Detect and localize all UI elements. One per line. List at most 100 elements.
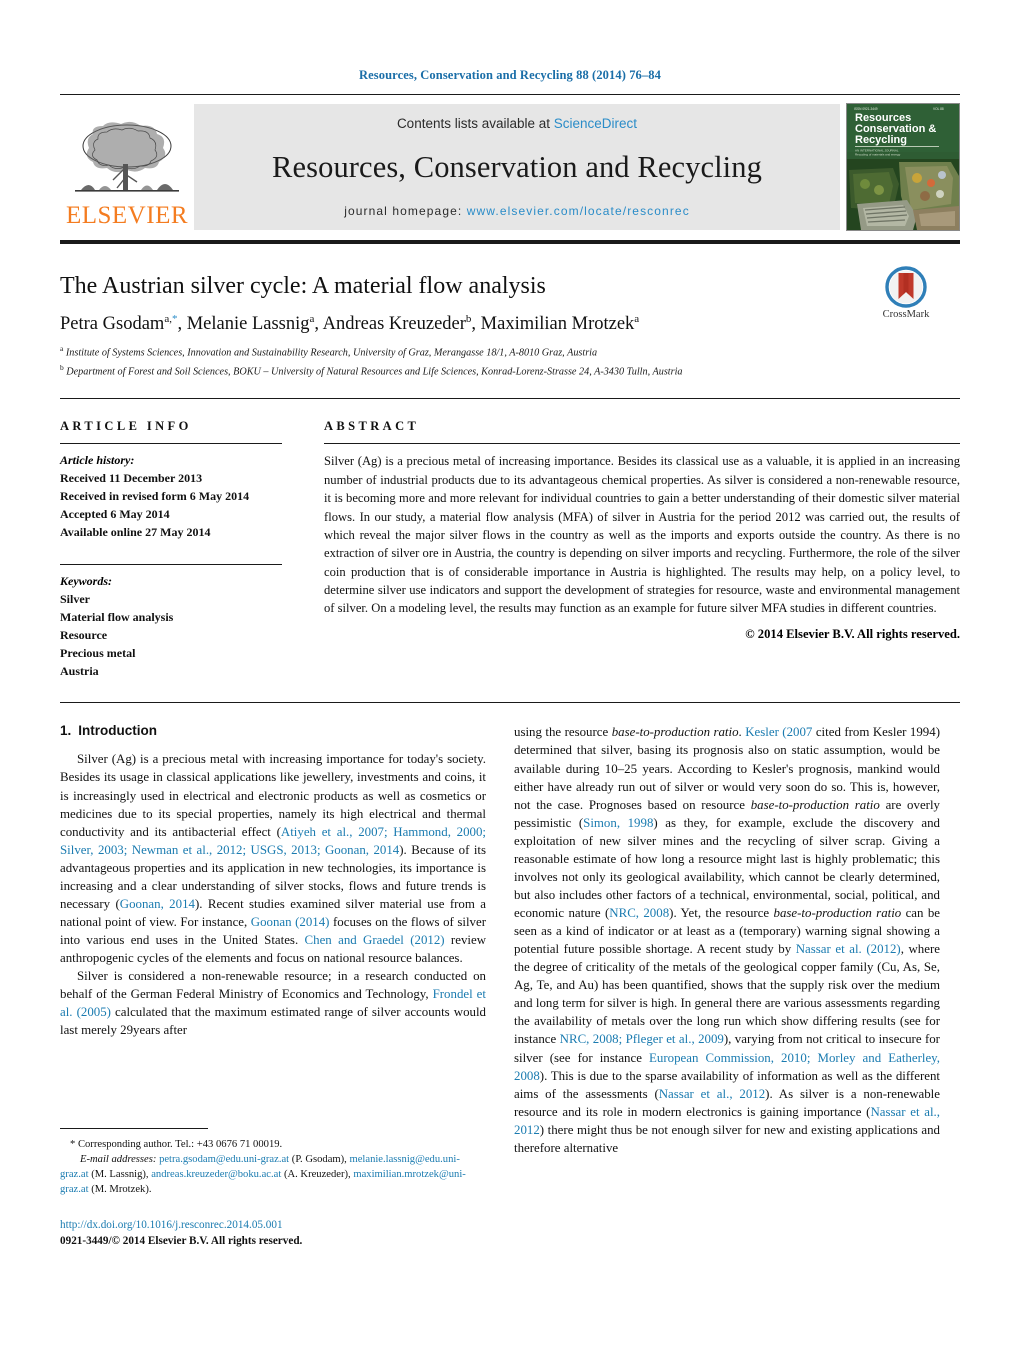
section-number: 1. [60,723,72,739]
email-addresses-label: E-mail addresses: [80,1154,157,1166]
email-owner-2: (M. Lassnig), [91,1169,149,1181]
affiliation-text: Institute of Systems Sciences, Innovatio… [65,347,598,359]
body-columns: 1. Introduction Silver (Ag) is a precious… [60,723,960,1157]
email-link-3[interactable]: andreas.kreuzeder@boku.ac.at [151,1169,281,1180]
affiliation-b: b Department of Forest and Soil Sciences… [60,363,960,380]
crossmark-label: CrossMark [882,309,930,320]
article-info-rule [60,443,282,445]
svg-text:ISSN 0921-3449: ISSN 0921-3449 [854,107,878,111]
citation-link[interactable]: Kesler (2007 [745,725,812,739]
history-revised: Received in revised form 6 May 2014 [60,489,250,504]
paragraph-2: Silver is considered a non-renewable res… [60,969,486,1038]
citation-link[interactable]: NRC, 2008; Pfleger et al., 2009 [560,1032,724,1046]
citation-link[interactable]: Nassar et al., 2012 [659,1087,765,1101]
sciencedirect-link[interactable]: ScienceDirect [554,116,637,131]
citation-link[interactable]: Nassar et al. (2012) [796,942,901,956]
right-column: using the resource base-to-production ra… [514,723,940,1157]
elsevier-tree-icon [75,121,179,192]
abstract-panel: ABSTRACT Silver (Ag) is a precious metal… [310,419,960,680]
svg-text:Recycling of materials and ene: Recycling of materials and energy [855,153,901,157]
doi-link[interactable]: http://dx.doi.org/10.1016/j.resconrec.20… [60,1218,500,1234]
paper-page: Resources, Conservation and Recycling 88… [0,0,1020,1351]
article-info-panel: ARTICLE INFO Article history: Received 1… [60,419,310,680]
email-addresses-note: E-mail addresses: petra.gsodam@edu.uni-g… [60,1152,486,1197]
corresponding-author-text: * Corresponding author. Tel.: +43 0676 7… [70,1139,283,1150]
author-separator: , [471,313,481,334]
author-item: Melanie Lassniga [187,313,315,334]
svg-text:VOL 88: VOL 88 [933,107,944,111]
crossmark-icon [885,266,927,308]
keywords-label: Keywords: [60,574,112,589]
author-affil-mark: a [634,312,640,325]
journal-masthead: ELSEVIER Contents lists available at Sci… [60,103,960,231]
contents-prefix: Contents lists available at [396,116,554,131]
keyword-item: Austria [60,664,99,679]
affiliation-mark: b [60,363,64,373]
author-separator: , [314,313,323,334]
corresponding-author-note: * Corresponding author. Tel.: +43 0676 7… [60,1137,486,1152]
section-heading-introduction: 1. Introduction [60,723,486,738]
citation-link[interactable]: Atiyeh et al., 2007; Hammond, 2000; Silv… [60,825,486,857]
affiliation-mark: a [60,344,64,354]
abstract-text: Silver (Ag) is a precious metal of incre… [324,454,960,616]
journal-cover-block: ISSN 0921-3449 VOL 88 Resources Conserva… [840,103,960,231]
author-name: Maximilian Mrotzek [480,313,635,334]
imprint-block: http://dx.doi.org/10.1016/j.resconrec.20… [60,1218,500,1249]
history-received: Received 11 December 2013 [60,471,203,486]
footnote-block: * Corresponding author. Tel.: +43 0676 7… [60,1128,486,1197]
author-name: Petra Gsodam [60,313,165,334]
article-info-heading: ARTICLE INFO [60,419,192,434]
citation-link[interactable]: Goonan (2014) [251,915,330,929]
journal-title: Resources, Conservation and Recycling [272,149,762,184]
history-accepted: Accepted 6 May 2014 [60,507,170,522]
email-link-1[interactable]: petra.gsodam@edu.uni-graz.at [159,1154,289,1165]
masthead-bottom-rule [60,240,960,244]
crossmark-badge[interactable]: CrossMark [852,266,960,320]
author-item: Maximilian Mrotzeka [480,312,640,334]
citation-link[interactable]: Nassar et al., 2012 [514,1105,940,1137]
affiliation-text: Department of Forest and Soil Sciences, … [66,366,683,378]
email-owner-3: (A. Kreuzeder), [283,1169,351,1181]
issn-copyright: 0921-3449/© 2014 Elsevier B.V. All right… [60,1234,303,1247]
homepage-prefix: journal homepage: [344,203,463,218]
page-title: The Austrian silver cycle: A material fl… [60,273,546,299]
elsevier-wordmark: ELSEVIER [65,202,189,229]
citation-link[interactable]: European Commission, 2010; Morley and Ea… [514,1051,940,1083]
info-abstract-row: ARTICLE INFO Article history: Received 1… [60,419,960,680]
left-column: 1. Introduction Silver (Ag) is a precious… [60,723,486,1157]
abstract-copyright: © 2014 Elsevier B.V. All rights reserved… [745,626,960,641]
keyword-item: Material flow analysis [60,610,174,625]
author-name: Andreas Kreuzeder [322,313,466,334]
keyword-item: Silver [60,592,90,607]
contents-available-line: Contents lists available at ScienceDirec… [397,116,637,131]
title-block: The Austrian silver cycle: A material fl… [60,266,960,380]
citation-link[interactable]: NRC, 2008 [609,906,669,920]
italic-term: base-to-production ratio [773,906,902,921]
masthead-center-panel: Contents lists available at ScienceDirec… [194,104,840,230]
citation-link[interactable]: Frondel et al. (2005) [60,987,486,1019]
italic-term: base-to-production ratio [750,797,880,812]
author-item: Petra Gsodama,* [60,312,177,334]
citation-link[interactable]: Chen and Graedel (2012) [305,933,445,947]
citation-link[interactable]: Simon, 1998 [583,816,653,830]
running-head: Resources, Conservation and Recycling 88… [359,68,661,82]
author-separator: , [177,313,187,334]
title-bottom-rule [60,398,960,400]
citation-link[interactable]: Goonan, 2014 [120,897,195,911]
section-title: Introduction [78,723,157,739]
paragraph-1: Silver (Ag) is a precious metal with inc… [60,752,487,966]
author-affil-mark: a, [164,312,172,325]
history-online: Available online 27 May 2014 [60,525,211,540]
abstract-bottom-rule [60,702,960,704]
author-list: Petra Gsodama,*, Melanie Lassniga, Andre… [60,313,960,336]
abstract-rule [324,443,960,445]
footnote-rule [60,1128,208,1129]
keywords-rule [60,564,282,566]
homepage-url-link[interactable]: www.elsevier.com/locate/resconrec [467,204,690,218]
svg-text:Recycling: Recycling [855,134,907,146]
keyword-item: Resource [60,628,108,643]
affiliation-a: a Institute of Systems Sciences, Innovat… [60,344,960,361]
elsevier-logo: ELSEVIER [60,104,194,230]
email-owner-4: (M. Mrotzek). [91,1184,152,1196]
